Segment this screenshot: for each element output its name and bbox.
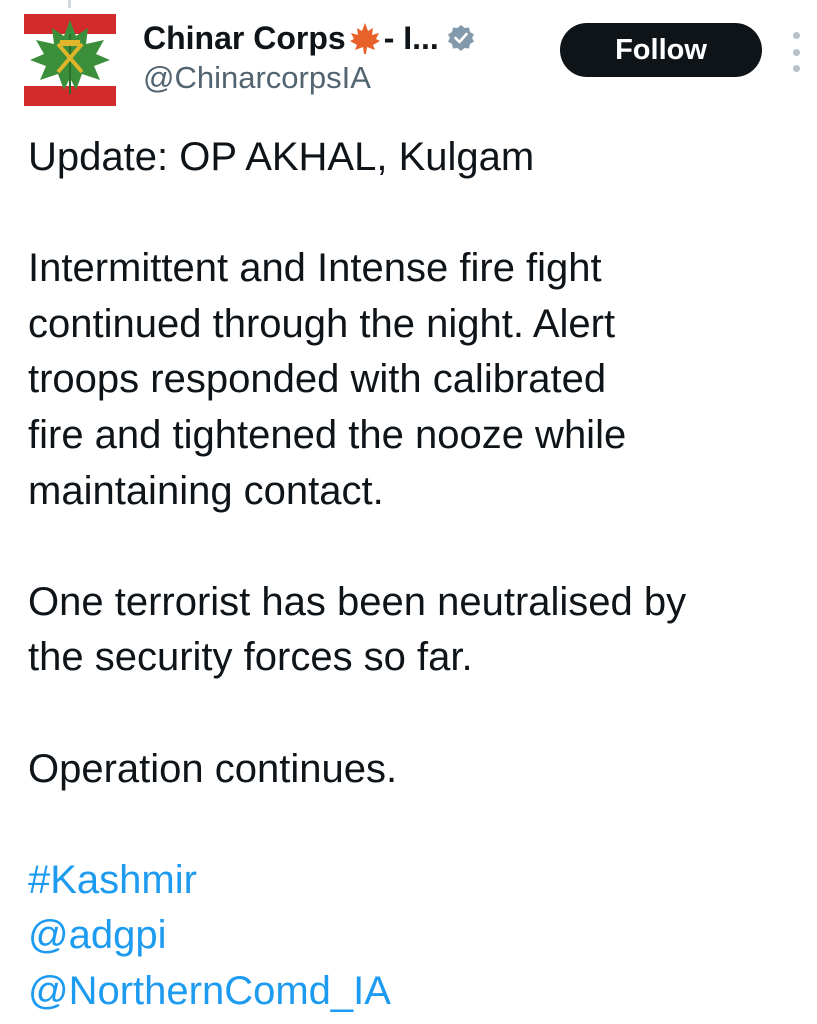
tweet-line: the security forces so far. — [28, 635, 473, 680]
author-name-row[interactable]: Chinar Corps - I... — [143, 18, 475, 58]
tweet-header: Chinar Corps - I... @ChinarcorpsIA Follo… — [0, 0, 817, 120]
tweet-line: One terrorist has been neutralised by — [28, 579, 687, 624]
verified-badge-icon[interactable] — [447, 24, 475, 52]
tweet-line: troops responded with calibrated — [28, 357, 607, 402]
chinar-emblem-icon — [24, 14, 116, 106]
maple-leaf-icon — [348, 21, 382, 55]
avatar[interactable] — [24, 14, 116, 106]
tweet-line: Operation continues. — [28, 746, 398, 791]
follow-button[interactable]: Follow — [560, 23, 762, 77]
tweet-line: maintaining contact. — [28, 468, 384, 513]
tweet-text: Update: OP AKHAL, Kulgam Intermittent an… — [28, 130, 808, 1020]
author-display-name[interactable]: Chinar Corps — [143, 20, 346, 57]
more-dot — [792, 32, 800, 39]
more-dot — [792, 65, 800, 72]
tweet-line: fire and tightened the nooze while — [28, 412, 627, 457]
author-name-suffix: - I... — [383, 19, 439, 56]
more-dot — [792, 48, 800, 56]
mention-link-northerncomd[interactable]: @NorthernComd_IA — [28, 964, 808, 1020]
tweet-line: Intermittent and Intense fire fight — [28, 246, 602, 291]
tweet-headline: Update: OP AKHAL, Kulgam — [28, 135, 535, 179]
hashtag-link-kashmir[interactable]: #Kashmir — [28, 853, 808, 909]
mention-link-adgpi[interactable]: @adgpi — [28, 908, 808, 964]
tweet-line: continued through the night. Alert — [28, 301, 616, 346]
author-handle[interactable]: @ChinarcorpsIA — [143, 60, 371, 96]
more-options-icon[interactable] — [788, 32, 804, 72]
